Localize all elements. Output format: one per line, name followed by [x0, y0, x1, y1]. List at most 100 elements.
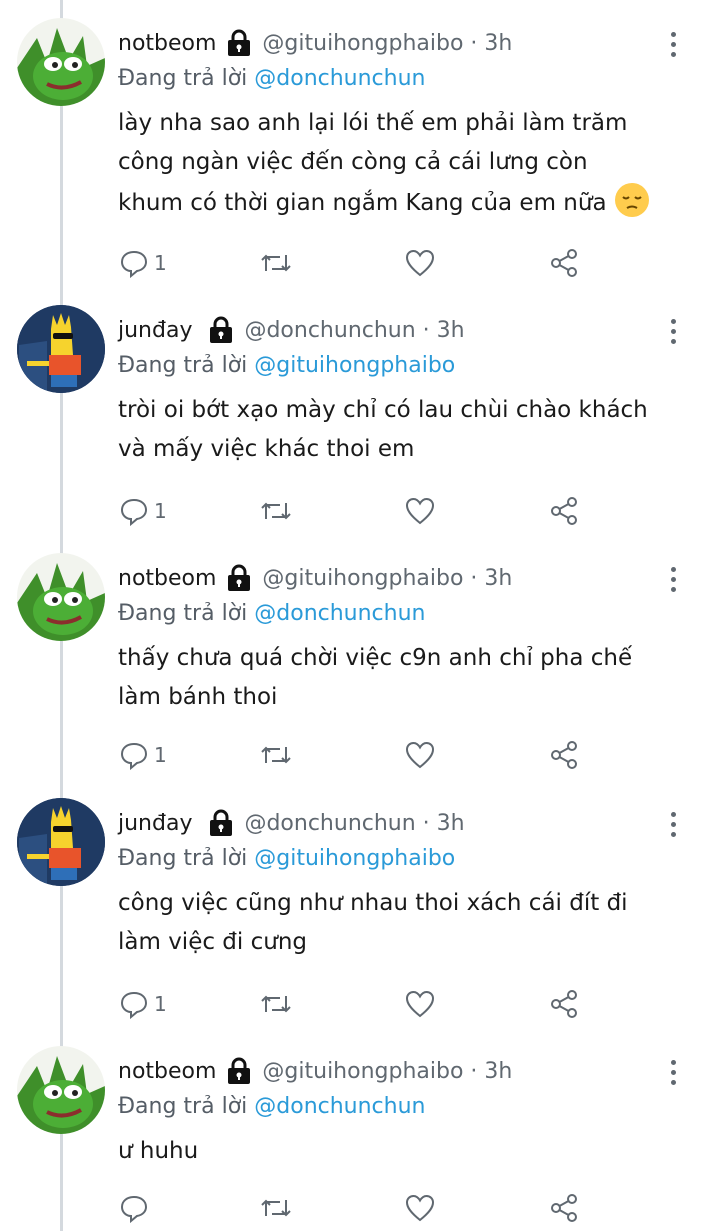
tweet-text-line: công việc cũng như nhau thoi xách cái đí…	[118, 890, 628, 916]
like-button[interactable]	[404, 735, 436, 775]
more-vertical-icon[interactable]	[664, 32, 684, 60]
retweet-button[interactable]	[258, 984, 294, 1024]
share-icon	[551, 990, 577, 1018]
share-icon	[551, 249, 577, 277]
tweet-header: notbeom @gituihongphaibo · 3h	[118, 1056, 512, 1086]
retweet-icon	[261, 502, 291, 520]
reply-icon	[120, 1195, 148, 1224]
replying-to: Đang trả lời @gituihongphaibo	[118, 353, 455, 378]
reply-button[interactable]: 1	[118, 491, 167, 531]
heart-icon	[405, 497, 435, 525]
tweet-text-line: tròi oi bớt xạo mày chỉ có lau chùi chào…	[118, 397, 648, 423]
tweet[interactable]: notbeom @gituihongphaibo · 3h Đang trả l…	[0, 18, 720, 293]
display-name[interactable]: junđay	[118, 318, 192, 343]
heart-icon	[405, 990, 435, 1018]
reply-button[interactable]: 1	[118, 735, 167, 775]
heart-icon	[405, 1194, 435, 1222]
tweet[interactable]: notbeom @gituihongphaibo · 3h Đang trả l…	[0, 553, 720, 783]
heart-icon	[405, 249, 435, 277]
tweet[interactable]: notbeom @gituihongphaibo · 3h Đang trả l…	[0, 1046, 720, 1231]
mention-link[interactable]: @donchunchun	[254, 66, 425, 91]
replying-to: Đang trả lời @donchunchun	[118, 1094, 426, 1119]
like-button[interactable]	[404, 1188, 436, 1228]
share-button[interactable]	[548, 735, 580, 775]
tweet-text: thấy chưa quá chời việc c9n anh chỉ pha …	[118, 639, 698, 717]
tweet-header: notbeom @gituihongphaibo · 3h	[118, 28, 512, 58]
mention-link[interactable]: @gituihongphaibo	[254, 846, 455, 871]
tweet-text-line: công ngàn việc đến còng cả cái lưng còn	[118, 149, 588, 175]
reply-button[interactable]: 1	[118, 984, 167, 1024]
like-button[interactable]	[404, 984, 436, 1024]
more-vertical-icon[interactable]	[664, 1060, 684, 1088]
tweet-actions: 1	[118, 735, 598, 775]
replying-to-label: Đang trả lời	[118, 846, 248, 871]
handle-and-time[interactable]: @gituihongphaibo · 3h	[262, 1059, 512, 1084]
retweet-icon	[261, 1199, 291, 1217]
mention-link[interactable]: @donchunchun	[254, 1094, 425, 1119]
reply-icon	[120, 498, 148, 527]
tweet[interactable]: junđay @donchunchun · 3h Đang trả lời @g…	[0, 305, 720, 540]
mention-link[interactable]: @donchunchun	[254, 601, 425, 626]
share-button[interactable]	[548, 1188, 580, 1228]
tweet-header: junđay @donchunchun · 3h	[118, 808, 465, 838]
tweet-header: notbeom @gituihongphaibo · 3h	[118, 563, 512, 593]
tweet-text-line: thấy chưa quá chời việc c9n anh chỉ pha …	[118, 645, 633, 671]
like-button[interactable]	[404, 243, 436, 283]
reply-button[interactable]: 1	[118, 243, 167, 283]
tweet-text-line: làm bánh thoi	[118, 684, 278, 710]
heart-icon	[405, 741, 435, 769]
display-name[interactable]: junđay	[118, 811, 192, 836]
tweet-text: lày nha sao anh lại lói thế em phải làm …	[118, 104, 698, 223]
reply-button[interactable]	[118, 1188, 154, 1228]
tweet-actions: 1	[118, 243, 598, 283]
tweet-actions: 1	[118, 984, 598, 1024]
retweet-button[interactable]	[258, 1188, 294, 1228]
tweet-text-line: khum có thời gian ngắm Kang của em nữa	[118, 182, 698, 223]
share-button[interactable]	[548, 984, 580, 1024]
mention-link[interactable]: @gituihongphaibo	[254, 353, 455, 378]
reply-count: 1	[154, 499, 167, 523]
retweet-button[interactable]	[258, 735, 294, 775]
like-button[interactable]	[404, 491, 436, 531]
handle-and-time[interactable]: @gituihongphaibo · 3h	[262, 31, 512, 56]
display-name[interactable]: notbeom	[118, 566, 216, 591]
handle-and-time[interactable]: @donchunchun · 3h	[244, 811, 464, 836]
more-vertical-icon[interactable]	[664, 567, 684, 595]
retweet-button[interactable]	[258, 491, 294, 531]
display-name[interactable]: notbeom	[118, 31, 216, 56]
share-button[interactable]	[548, 243, 580, 283]
replying-to: Đang trả lời @gituihongphaibo	[118, 846, 455, 871]
tweet-actions	[118, 1188, 598, 1228]
retweet-button[interactable]	[258, 243, 294, 283]
handle-and-time[interactable]: @donchunchun · 3h	[244, 318, 464, 343]
retweet-icon	[261, 254, 291, 272]
reply-count: 1	[154, 251, 167, 275]
lock-icon	[228, 564, 251, 591]
avatar[interactable]	[17, 798, 105, 886]
tweet-text-line: lày nha sao anh lại lói thế em phải làm …	[118, 110, 628, 136]
avatar[interactable]	[17, 305, 105, 393]
avatar[interactable]	[17, 18, 105, 106]
reply-icon	[120, 742, 148, 771]
replying-to: Đang trả lời @donchunchun	[118, 601, 426, 626]
tweet[interactable]: junđay @donchunchun · 3h Đang trả lời @g…	[0, 798, 720, 1030]
tweet-text-line: và mấy việc khác thoi em	[118, 436, 415, 462]
share-icon	[551, 497, 577, 525]
more-vertical-icon[interactable]	[664, 319, 684, 347]
retweet-icon	[261, 995, 291, 1013]
tweet-text-line: ư huhu	[118, 1138, 199, 1164]
replying-to-label: Đang trả lời	[118, 353, 248, 378]
lock-icon	[228, 1057, 251, 1084]
display-name[interactable]: notbeom	[118, 1059, 216, 1084]
share-button[interactable]	[548, 491, 580, 531]
handle-and-time[interactable]: @gituihongphaibo · 3h	[262, 566, 512, 591]
reply-count: 1	[154, 992, 167, 1016]
share-icon	[551, 741, 577, 769]
replying-to-label: Đang trả lời	[118, 66, 248, 91]
tweet-header: junđay @donchunchun · 3h	[118, 315, 465, 345]
avatar[interactable]	[17, 553, 105, 641]
avatar[interactable]	[17, 1046, 105, 1134]
replying-to: Đang trả lời @donchunchun	[118, 66, 426, 91]
more-vertical-icon[interactable]	[664, 812, 684, 840]
lock-icon	[228, 29, 251, 56]
